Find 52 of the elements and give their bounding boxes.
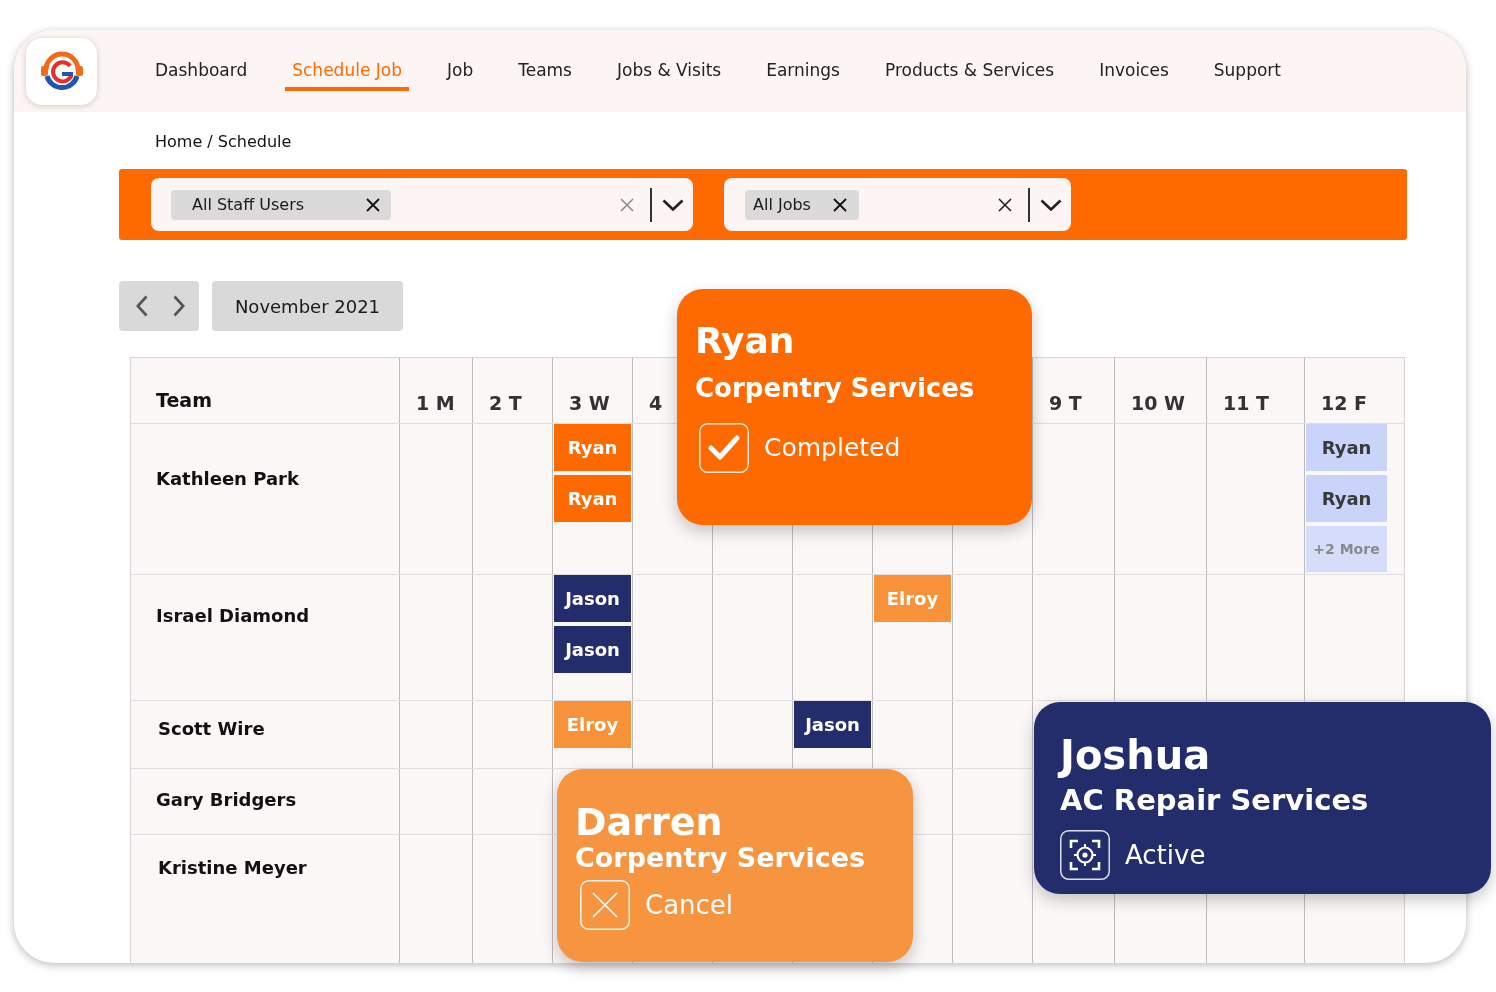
nav-tab[interactable]: Jobs & Visits (610, 51, 729, 91)
member-name: Kristine Meyer (158, 857, 307, 878)
nav-tab[interactable]: Earnings (759, 51, 847, 91)
cross-square-icon (580, 880, 630, 930)
nav-tab[interactable]: Support (1206, 51, 1288, 91)
popup-status: Active (1125, 840, 1206, 870)
nav-tab[interactable]: Products & Services (878, 51, 1062, 91)
member-name: Scott Wire (158, 718, 265, 739)
column-header: 2 T (489, 392, 522, 414)
column-header: 4 (649, 392, 663, 414)
popup-service: Corpentry Services (695, 372, 975, 405)
column-header: 9 T (1049, 392, 1082, 414)
app-logo[interactable] (26, 37, 97, 105)
popup-name: Ryan (695, 319, 795, 363)
close-icon[interactable] (366, 197, 380, 212)
job-event[interactable]: Jason (554, 626, 631, 673)
column-header: Team (156, 389, 212, 411)
chevron-down-icon[interactable] (1040, 198, 1062, 211)
chevron-right-icon (173, 295, 185, 317)
column-header: 1 M (416, 392, 455, 414)
close-icon[interactable] (998, 197, 1012, 212)
filter-select[interactable]: All Jobs (724, 178, 1071, 231)
chevron-left-icon (136, 295, 148, 317)
popup-status: Completed (764, 433, 901, 463)
chip-label: All Jobs (753, 194, 811, 215)
breadcrumb: Home / Schedule (155, 131, 292, 153)
chevron-down-icon[interactable] (662, 198, 684, 211)
member-name: Israel Diamond (156, 605, 310, 626)
job-event[interactable]: Ryan (1306, 475, 1387, 522)
column-header: 12 F (1321, 392, 1368, 414)
nav-tab[interactable]: Invoices (1092, 51, 1176, 91)
nav-tab[interactable]: Dashboard (148, 51, 255, 91)
popup-status: Cancel (645, 890, 734, 920)
check-square-icon (699, 423, 749, 473)
chip-label: All Staff Users (192, 194, 305, 215)
popup-service: Corpentry Services (575, 842, 866, 874)
column-header: 3 W (569, 392, 610, 414)
member-name: Kathleen Park (156, 468, 299, 489)
nav-tab[interactable]: Job (439, 51, 481, 91)
nav-tab[interactable]: Teams (511, 51, 579, 91)
job-event[interactable]: Jason (794, 701, 871, 748)
popup-service: AC Repair Services (1060, 782, 1369, 818)
column-header: 10 W (1131, 392, 1185, 414)
member-name: Gary Bridgers (156, 789, 297, 810)
job-event[interactable]: Ryan (1306, 424, 1387, 471)
close-icon[interactable] (832, 197, 847, 212)
month-button[interactable]: November 2021 (212, 281, 403, 331)
popup-name: Darren (575, 799, 723, 845)
job-event[interactable]: Jason (554, 575, 631, 622)
scan-icon (1060, 830, 1110, 880)
column-header: 11 T (1223, 392, 1269, 414)
filter-select[interactable]: All Staff Users (151, 178, 693, 231)
